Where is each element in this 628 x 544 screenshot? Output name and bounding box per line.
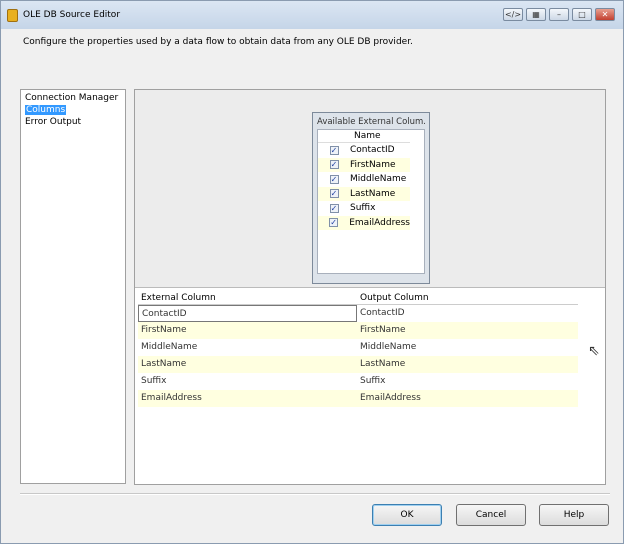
column-checkbox[interactable]: ✓ <box>329 218 339 228</box>
external-column-cell[interactable]: ContactID <box>138 305 357 322</box>
grid-header: External Column Output Column <box>138 291 578 305</box>
column-mapping-grid: External Column Output Column ContactID C… <box>138 291 578 407</box>
cancel-button[interactable]: Cancel <box>456 504 526 526</box>
external-column-cell[interactable]: FirstName <box>138 322 357 339</box>
minimize-button[interactable]: – <box>549 8 569 21</box>
mapping-row[interactable]: FirstName FirstName <box>138 322 578 339</box>
nav-item-error-output[interactable]: Error Output <box>25 116 121 128</box>
divider <box>20 493 610 495</box>
nav-label: Error Output <box>25 117 82 127</box>
available-columns-list: Name ✓ ContactID ✓ FirstName ✓ MiddleName ✓ Las… <box>317 129 425 274</box>
title-bar: OLE DB Source Editor </> ▦ – □ ✕ <box>1 1 623 29</box>
column-name: FirstName <box>350 159 396 170</box>
mouse-cursor: ⇖ <box>588 343 600 359</box>
nav-label: Connection Manager <box>25 93 119 103</box>
output-column-cell[interactable]: Suffix <box>357 373 576 390</box>
view-code-icon[interactable]: </> <box>503 8 523 21</box>
maximize-button[interactable]: □ <box>572 8 592 21</box>
nav-item-columns[interactable]: Columns <box>25 104 121 116</box>
column-name: LastName <box>350 188 396 199</box>
nav-label: Columns <box>25 105 67 115</box>
name-header: Name <box>318 130 410 143</box>
available-column-row[interactable]: ✓ Suffix <box>318 201 410 216</box>
available-column-row[interactable]: ✓ LastName <box>318 186 410 201</box>
column-checkbox[interactable]: ✓ <box>329 160 339 170</box>
column-checkbox[interactable]: ✓ <box>329 203 339 213</box>
column-name: ContactID <box>350 145 395 156</box>
external-column-cell[interactable]: LastName <box>138 356 357 373</box>
mapping-row[interactable]: EmailAddress EmailAddress <box>138 390 578 407</box>
ssis-source-icon <box>7 8 18 22</box>
available-columns-area: Available External Colum... Name ✓ Contac… <box>135 90 605 288</box>
nav-pane: Connection Manager Columns Error Output <box>20 89 126 484</box>
available-column-row[interactable]: ✓ EmailAddress <box>318 215 410 230</box>
description: Configure the properties used by a data … <box>23 37 413 47</box>
column-name: MiddleName <box>350 174 407 185</box>
close-button[interactable]: ✕ <box>595 8 615 21</box>
external-column-cell[interactable]: Suffix <box>138 373 357 390</box>
available-columns-box: Available External Colum... Name ✓ Contac… <box>312 112 430 284</box>
dialog-window: OLE DB Source Editor </> ▦ – □ ✕ Configu… <box>0 0 624 544</box>
column-name: EmailAddress <box>349 217 410 228</box>
output-column-cell[interactable]: FirstName <box>357 322 576 339</box>
external-column-header: External Column <box>141 293 216 303</box>
output-column-cell[interactable]: ContactID <box>357 305 576 322</box>
available-column-row[interactable]: ✓ ContactID <box>318 143 410 158</box>
external-column-cell[interactable]: MiddleName <box>138 339 357 356</box>
output-column-cell[interactable]: EmailAddress <box>357 390 576 407</box>
output-column-header: Output Column <box>360 293 429 303</box>
mapping-row[interactable]: LastName LastName <box>138 356 578 373</box>
column-checkbox[interactable]: ✓ <box>329 189 339 199</box>
output-column-cell[interactable]: LastName <box>357 356 576 373</box>
output-column-cell[interactable]: MiddleName <box>357 339 576 356</box>
available-column-row[interactable]: ✓ MiddleName <box>318 172 410 187</box>
mapping-row[interactable]: Suffix Suffix <box>138 373 578 390</box>
nav-item-connection-manager[interactable]: Connection Manager <box>25 92 121 104</box>
columns-panel: Available External Colum... Name ✓ Contac… <box>134 89 606 485</box>
mapping-row[interactable]: ContactID ContactID <box>138 305 578 322</box>
column-checkbox[interactable]: ✓ <box>329 174 339 184</box>
properties-icon[interactable]: ▦ <box>526 8 546 21</box>
available-columns-title: Available External Colum... <box>317 117 425 127</box>
help-button[interactable]: Help <box>539 504 609 526</box>
ok-button[interactable]: OK <box>372 504 442 526</box>
available-column-row[interactable]: ✓ FirstName <box>318 157 410 172</box>
mapping-row[interactable]: MiddleName MiddleName <box>138 339 578 356</box>
column-checkbox[interactable]: ✓ <box>329 145 339 155</box>
window-title: OLE DB Source Editor <box>23 10 121 20</box>
column-name: Suffix <box>350 203 376 214</box>
external-column-cell[interactable]: EmailAddress <box>138 390 357 407</box>
